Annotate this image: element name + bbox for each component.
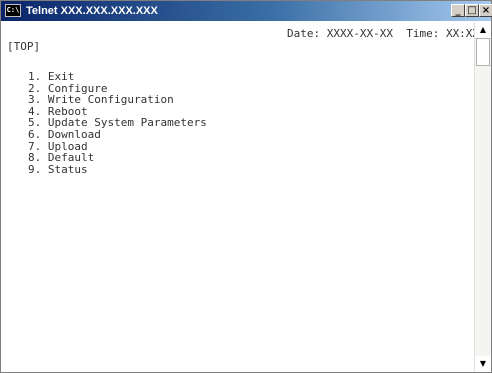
console-icon[interactable]: C:\ xyxy=(5,4,21,17)
date-time-line: Date: XXXX-XX-XX Time: XX:XX:XX xyxy=(287,27,474,40)
maximize-icon: □ xyxy=(467,5,477,16)
minimize-icon: _ xyxy=(455,5,461,16)
menu-item-default: 8. Default xyxy=(28,151,95,165)
scroll-up-arrow-icon[interactable]: ▲ xyxy=(475,22,491,38)
scroll-thumb[interactable] xyxy=(476,38,490,66)
section-header: [TOP] xyxy=(7,40,41,53)
terminal-screen[interactable]: Date: XXXX-XX-XX Time: XX:XX:XX [TOP] 1.… xyxy=(2,22,474,372)
menu-item-exit: 1. Exit xyxy=(28,70,75,83)
minimize-button[interactable]: _ xyxy=(451,4,465,17)
close-button[interactable]: × xyxy=(479,4,492,17)
menu-item-download: 6. Download xyxy=(28,127,101,141)
telnet-window: C:\ Telnet XXX.XXX.XXX.XXX _ □ × Date: X… xyxy=(0,0,492,373)
title-bar[interactable]: C:\ Telnet XXX.XXX.XXX.XXX _ □ × xyxy=(1,1,492,21)
window-title: Telnet XXX.XXX.XXX.XXX xyxy=(26,5,158,17)
close-icon: × xyxy=(481,5,491,16)
maximize-button[interactable]: □ xyxy=(465,4,479,17)
scroll-down-arrow-icon[interactable]: ▼ xyxy=(475,356,491,372)
vertical-scrollbar[interactable]: ▲ ▼ xyxy=(474,22,491,372)
main-menu: 1. Exit 2. Configure 3. Write Configurat… xyxy=(28,71,207,175)
menu-item-status: 9. Status xyxy=(28,162,88,176)
